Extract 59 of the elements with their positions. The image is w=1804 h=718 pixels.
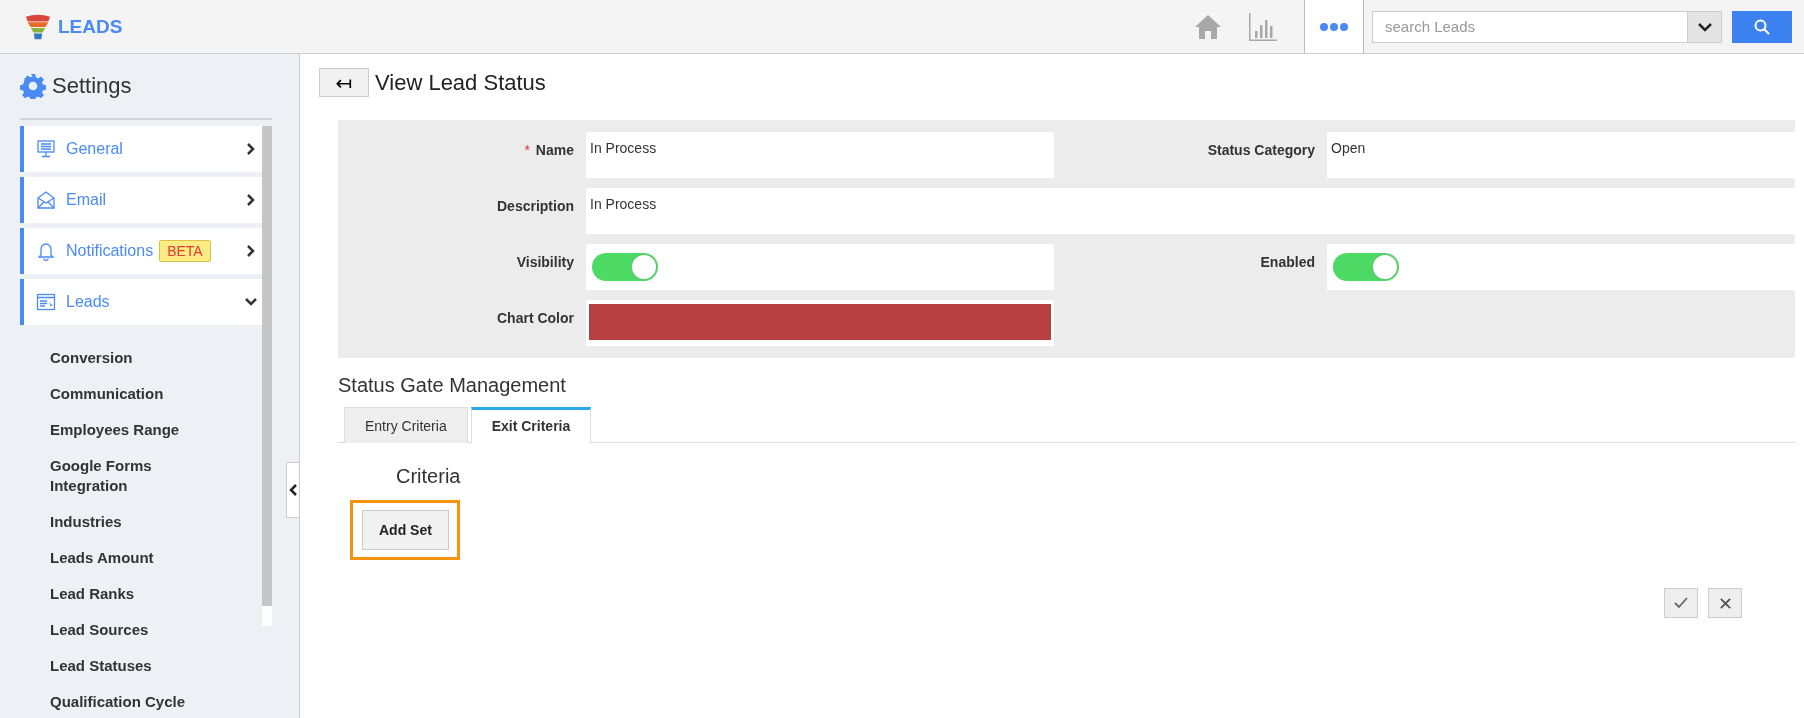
description-field[interactable]: In Process bbox=[586, 188, 1795, 234]
status-category-field[interactable]: Open bbox=[1327, 132, 1795, 178]
collapse-button[interactable] bbox=[286, 462, 299, 518]
name-field[interactable]: In Process bbox=[586, 132, 1054, 178]
sidebar-item-label: Email bbox=[66, 191, 106, 209]
back-button[interactable]: ↤ bbox=[319, 68, 369, 97]
dropdown-button[interactable] bbox=[1688, 10, 1722, 43]
chevron-left-icon bbox=[288, 483, 298, 497]
field-label: Visibility bbox=[516, 254, 574, 270]
search-icon bbox=[1754, 18, 1770, 35]
sidebar-subitem[interactable]: Lead Statuses bbox=[50, 648, 262, 684]
monitor-icon bbox=[36, 139, 56, 159]
window-icon bbox=[36, 292, 56, 312]
sidebar-subitem[interactable]: Qualification Cycle bbox=[50, 684, 262, 718]
tab[interactable]: Exit Criteria bbox=[470, 407, 592, 443]
section-title: Status Gate Management bbox=[338, 374, 567, 397]
required-asterisk: * bbox=[524, 142, 530, 158]
add-set-button[interactable]: Add Set bbox=[362, 510, 449, 550]
sidebar-subitem[interactable]: Employees Range bbox=[50, 412, 262, 448]
search-button[interactable] bbox=[1732, 10, 1792, 43]
visibility-toggle[interactable] bbox=[592, 253, 658, 281]
sidebar-subitem[interactable]: Leads Amount bbox=[50, 540, 262, 576]
field-label: Name bbox=[535, 142, 574, 158]
page-title: View Lead Status bbox=[375, 69, 546, 96]
sidebar-subitem[interactable]: Lead Sources bbox=[50, 612, 262, 648]
sidebar-subitem[interactable]: Lead Ranks bbox=[50, 576, 262, 612]
sidebar-subitem[interactable]: Communication bbox=[50, 376, 262, 412]
field-label: Description bbox=[497, 198, 574, 214]
check-icon bbox=[1674, 596, 1688, 610]
search-field[interactable]: search Leads bbox=[1372, 10, 1688, 43]
field-label: Chart Color bbox=[497, 310, 574, 326]
tab[interactable]: Entry Criteria bbox=[344, 407, 468, 443]
more-button[interactable] bbox=[1304, 0, 1364, 53]
sidebar-subitem[interactable]: Industries bbox=[50, 504, 262, 540]
sidebar-item-label: Leads bbox=[66, 293, 110, 311]
sidebar-item-label: General bbox=[66, 140, 123, 158]
settings-title: Settings bbox=[52, 73, 132, 99]
criteria-title: Criteria bbox=[396, 465, 462, 488]
sidebar-item-label: Notifications bbox=[66, 242, 154, 260]
color-swatch[interactable] bbox=[589, 304, 1051, 340]
settings-icon bbox=[20, 73, 46, 99]
confirm-button[interactable] bbox=[1664, 588, 1698, 618]
field-label: Enabled bbox=[1260, 254, 1315, 270]
beta-badge: BETA bbox=[159, 240, 211, 262]
close-button[interactable] bbox=[1708, 588, 1742, 618]
funnel-logo-icon bbox=[24, 12, 52, 41]
scrollbar-thumb[interactable] bbox=[262, 126, 272, 606]
envelope-icon bbox=[36, 190, 56, 210]
bell-icon bbox=[36, 241, 56, 261]
close-icon bbox=[1718, 596, 1732, 610]
enabled-toggle[interactable] bbox=[1333, 253, 1399, 281]
sidebar-item[interactable]: Notifications BETA bbox=[20, 228, 262, 274]
sidebar-subitem[interactable]: Google Forms Integration bbox=[50, 448, 262, 504]
dots-icon bbox=[1319, 21, 1349, 32]
sidebar-subitem[interactable]: Conversion bbox=[50, 340, 262, 376]
bar-chart-icon[interactable] bbox=[1248, 11, 1278, 42]
chevron-down-icon bbox=[1697, 21, 1712, 32]
field-label: Status Category bbox=[1207, 142, 1315, 158]
home-icon[interactable] bbox=[1194, 13, 1222, 40]
